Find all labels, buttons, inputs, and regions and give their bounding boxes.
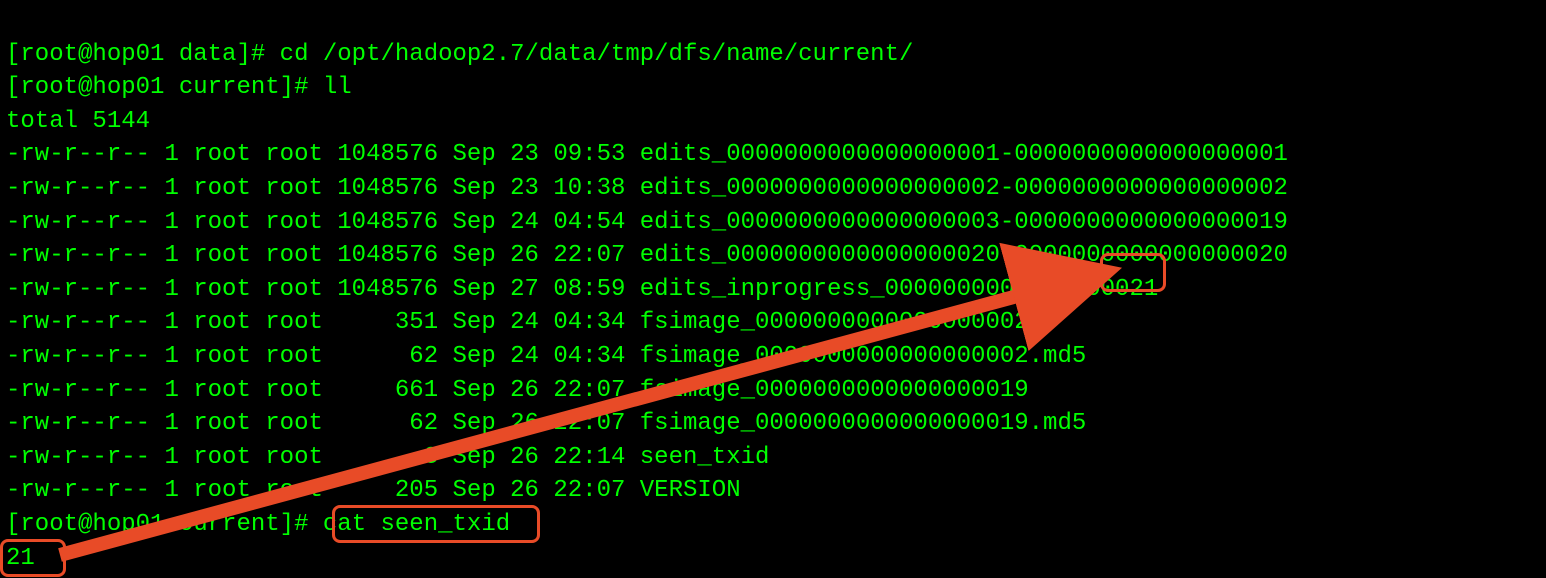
- terminal-output[interactable]: [root@hop01 data]# cd /opt/hadoop2.7/dat…: [0, 0, 1546, 578]
- table-row: -rw-r--r-- 1 root root 1048576 Sep 24 04…: [6, 209, 1288, 236]
- total-line: total 5144: [6, 108, 150, 135]
- prompt-line-2: [root@hop01 current]# ll: [6, 74, 352, 101]
- table-row: -rw-r--r-- 1 root root 1048576 Sep 23 10…: [6, 175, 1288, 202]
- cat-output: 21: [6, 545, 35, 572]
- table-row: -rw-r--r-- 1 root root 1048576 Sep 23 09…: [6, 141, 1288, 168]
- table-row: -rw-r--r-- 1 root root 62 Sep 24 04:34 f…: [6, 343, 1086, 370]
- table-row: -rw-r--r-- 1 root root 3 Sep 26 22:14 se…: [6, 444, 769, 471]
- prompt-line-1: [root@hop01 data]# cd /opt/hadoop2.7/dat…: [6, 41, 913, 68]
- table-row: -rw-r--r-- 1 root root 351 Sep 24 04:34 …: [6, 309, 1029, 336]
- table-row: -rw-r--r-- 1 root root 62 Sep 26 22:07 f…: [6, 410, 1086, 437]
- table-row: -rw-r--r-- 1 root root 1048576 Sep 26 22…: [6, 242, 1288, 269]
- prompt-line-3: [root@hop01 current]# cat seen_txid: [6, 511, 510, 538]
- table-row: -rw-r--r-- 1 root root 205 Sep 26 22:07 …: [6, 477, 741, 504]
- table-row: -rw-r--r-- 1 root root 1048576 Sep 27 08…: [6, 276, 1158, 303]
- table-row: -rw-r--r-- 1 root root 661 Sep 26 22:07 …: [6, 377, 1029, 404]
